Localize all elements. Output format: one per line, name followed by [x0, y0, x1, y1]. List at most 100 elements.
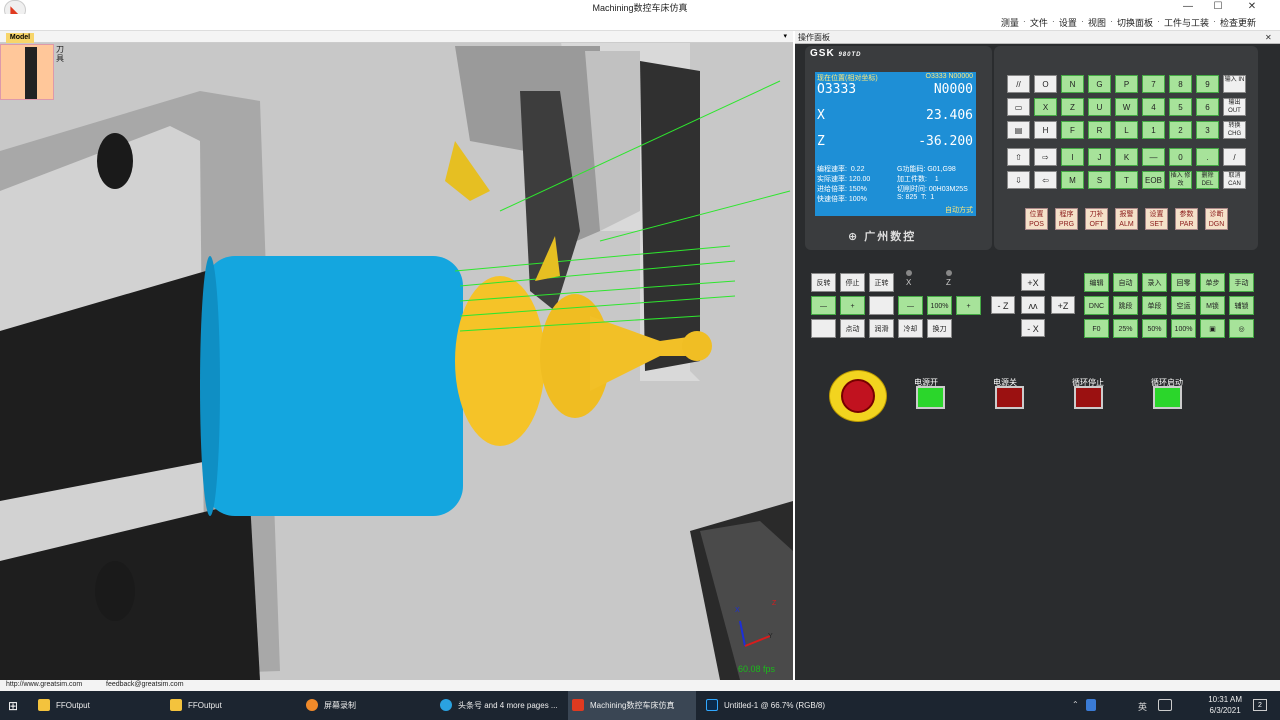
keypad-key[interactable]: 取消 CAN: [1223, 171, 1246, 189]
mode-button[interactable]: 单段: [1142, 296, 1167, 315]
menu-measure[interactable]: 测量: [999, 16, 1021, 29]
menu-check-update[interactable]: 检查更新: [1218, 16, 1258, 29]
menu-view[interactable]: 视图: [1086, 16, 1108, 29]
spindle-control-button[interactable]: 反转: [811, 273, 836, 292]
spindle-control-button[interactable]: [811, 319, 836, 338]
panel-close-icon[interactable]: ✕: [1265, 33, 1272, 42]
spindle-control-button[interactable]: [869, 296, 894, 315]
keypad-key[interactable]: 8: [1169, 75, 1192, 93]
minimize-button[interactable]: —: [1176, 0, 1200, 13]
spindle-control-button[interactable]: 停止: [840, 273, 865, 292]
function-key[interactable]: 刀补 OFT: [1085, 208, 1108, 230]
keypad-key[interactable]: Z: [1061, 98, 1084, 116]
keypad-key[interactable]: U: [1088, 98, 1111, 116]
keypad-key[interactable]: ⇦: [1034, 171, 1057, 189]
keypad-key[interactable]: 6: [1196, 98, 1219, 116]
maximize-button[interactable]: ☐: [1206, 0, 1230, 13]
function-key[interactable]: 程序 PRG: [1055, 208, 1078, 230]
mode-button[interactable]: 编辑: [1084, 273, 1109, 292]
site-link[interactable]: http://www.greatsim.com: [6, 681, 82, 688]
keypad-key[interactable]: M: [1061, 171, 1084, 189]
keypad-key[interactable]: H: [1034, 121, 1057, 139]
function-key[interactable]: 诊断 DGN: [1205, 208, 1228, 230]
taskbar-item[interactable]: FFOutput: [34, 691, 156, 720]
keypad-key[interactable]: /: [1223, 148, 1246, 166]
ime-icon[interactable]: [1158, 699, 1172, 711]
feed-override-button[interactable]: +: [956, 296, 981, 315]
model-tab[interactable]: Model: [6, 33, 34, 43]
viewport-dropdown-icon[interactable]: ▾: [783, 32, 787, 40]
spindle-control-button[interactable]: 冷却: [898, 319, 923, 338]
mode-button[interactable]: 100%: [1171, 319, 1196, 338]
taskbar-item[interactable]: Untitled-1 @ 66.7% (RGB/8): [702, 691, 832, 720]
feedback-link[interactable]: feedback@greatsim.com: [106, 681, 184, 688]
3d-viewport[interactable]: [0, 31, 793, 680]
keypad-key[interactable]: ⇩: [1007, 171, 1030, 189]
spindle-control-button[interactable]: —: [811, 296, 836, 315]
spindle-control-button[interactable]: +: [840, 296, 865, 315]
mode-button[interactable]: 录入: [1142, 273, 1167, 292]
mode-button[interactable]: 回零: [1171, 273, 1196, 292]
keypad-key[interactable]: 9: [1196, 75, 1219, 93]
mode-button[interactable]: ▣: [1200, 319, 1225, 338]
keypad-key[interactable]: .: [1196, 148, 1219, 166]
taskbar-item[interactable]: 屏幕录制: [302, 691, 432, 720]
keypad-key[interactable]: W: [1115, 98, 1138, 116]
keypad-key[interactable]: 转换 CHG: [1223, 121, 1246, 139]
keypad-key[interactable]: 1: [1142, 121, 1165, 139]
mode-button[interactable]: 手动: [1229, 273, 1254, 292]
security-icon[interactable]: [1086, 699, 1096, 711]
keypad-key[interactable]: 7: [1142, 75, 1165, 93]
keypad-key[interactable]: S: [1088, 171, 1111, 189]
tray-chevron-icon[interactable]: ⌃: [1072, 700, 1079, 709]
keypad-key[interactable]: I: [1061, 148, 1084, 166]
keypad-key[interactable]: —: [1142, 148, 1165, 166]
keypad-key[interactable]: J: [1088, 148, 1111, 166]
feed-override-button[interactable]: 100%: [927, 296, 952, 315]
mode-button[interactable]: 空运: [1171, 296, 1196, 315]
taskbar-item[interactable]: 头条号 and 4 more pages ...: [436, 691, 564, 720]
mode-button[interactable]: F0: [1084, 319, 1109, 338]
mode-button[interactable]: ◎: [1229, 319, 1254, 338]
keypad-key[interactable]: 插入 修改: [1169, 171, 1192, 189]
keypad-key[interactable]: K: [1115, 148, 1138, 166]
mode-button[interactable]: 25%: [1113, 319, 1138, 338]
keypad-key[interactable]: 0: [1169, 148, 1192, 166]
keypad-key[interactable]: N: [1061, 75, 1084, 93]
spindle-control-button[interactable]: 换刀: [927, 319, 952, 338]
keypad-key[interactable]: 3: [1196, 121, 1219, 139]
keypad-key[interactable]: 4: [1142, 98, 1165, 116]
keypad-key[interactable]: ▤: [1007, 121, 1030, 139]
function-key[interactable]: 位置 POS: [1025, 208, 1048, 230]
jog-plus-x-button[interactable]: +X: [1021, 273, 1045, 291]
lamp-button[interactable]: [995, 386, 1024, 409]
menu-file[interactable]: 文件: [1028, 16, 1050, 29]
function-key[interactable]: 报警 ALM: [1115, 208, 1138, 230]
mode-button[interactable]: 单步: [1200, 273, 1225, 292]
mode-button[interactable]: 自动: [1113, 273, 1138, 292]
keypad-key[interactable]: 5: [1169, 98, 1192, 116]
menu-settings[interactable]: 设置: [1057, 16, 1079, 29]
close-button[interactable]: ✕: [1240, 0, 1264, 13]
keypad-key[interactable]: 输出 OUT: [1223, 98, 1246, 116]
keypad-key[interactable]: 删除 DEL: [1196, 171, 1219, 189]
spindle-control-button[interactable]: 正转: [869, 273, 894, 292]
mode-button[interactable]: 50%: [1142, 319, 1167, 338]
rapid-button[interactable]: ʌʌ: [1021, 296, 1045, 314]
keypad-key[interactable]: T: [1115, 171, 1138, 189]
keypad-key[interactable]: ⇧: [1007, 148, 1030, 166]
language-indicator[interactable]: 英: [1138, 700, 1147, 713]
menu-switch-panel[interactable]: 切换面板: [1115, 16, 1155, 29]
jog-minus-x-button[interactable]: - X: [1021, 319, 1045, 337]
keypad-key[interactable]: ▭: [1007, 98, 1030, 116]
emergency-stop-button[interactable]: [829, 370, 887, 422]
notification-icon[interactable]: 2: [1253, 699, 1267, 711]
keypad-key[interactable]: L: [1115, 121, 1138, 139]
taskbar-item[interactable]: FFOutput: [166, 691, 296, 720]
keypad-key[interactable]: F: [1061, 121, 1084, 139]
mode-button[interactable]: 辅锁: [1229, 296, 1254, 315]
keypad-key[interactable]: 2: [1169, 121, 1192, 139]
jog-plus-z-button[interactable]: +Z: [1051, 296, 1075, 314]
taskbar-item-active[interactable]: Machining数控车床仿真: [568, 691, 696, 720]
keypad-key[interactable]: 输入 IN: [1223, 75, 1246, 93]
